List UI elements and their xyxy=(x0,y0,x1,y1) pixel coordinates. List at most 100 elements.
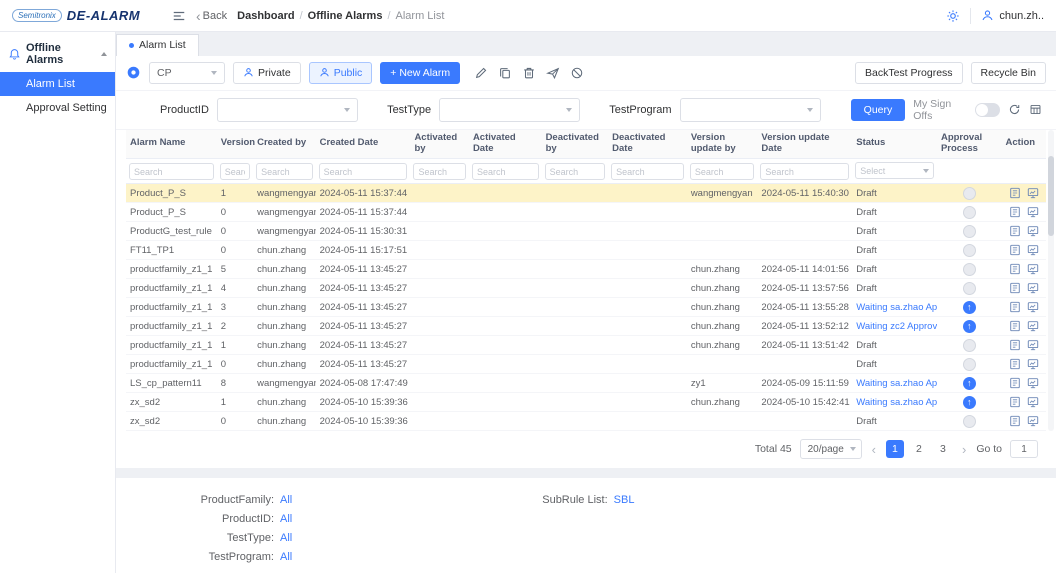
table-row[interactable]: productfamily_z1_14chun.zhang2024-05-11 … xyxy=(126,279,1046,298)
action-detail-icon[interactable] xyxy=(1009,263,1021,275)
table-row[interactable]: productfamily_z1_10chun.zhang2024-05-11 … xyxy=(126,355,1046,374)
breadcrumb-dashboard[interactable]: Dashboard xyxy=(237,10,294,22)
column-header[interactable]: Action xyxy=(1002,130,1046,158)
action-chart-icon[interactable] xyxy=(1027,301,1039,313)
action-detail-icon[interactable] xyxy=(1009,206,1021,218)
action-detail-icon[interactable] xyxy=(1009,301,1021,313)
column-header[interactable]: Approval Process xyxy=(937,130,1002,158)
column-search-input[interactable] xyxy=(129,163,214,180)
table-row[interactable]: productfamily_z1_11chun.zhang2024-05-11 … xyxy=(126,336,1046,355)
my-sign-offs-toggle[interactable] xyxy=(975,103,1000,117)
approval-process-icon[interactable] xyxy=(963,358,976,371)
page-number-2[interactable]: 2 xyxy=(910,440,928,458)
cell-alarm-name[interactable]: zx_sd2 xyxy=(126,412,217,431)
detail-field-value-link[interactable]: All xyxy=(280,551,292,563)
column-search-input[interactable] xyxy=(545,163,606,180)
page-number-3[interactable]: 3 xyxy=(934,440,952,458)
detail-field-value-link[interactable]: All xyxy=(280,494,292,506)
cell-status[interactable]: Waiting zc2 Approve xyxy=(852,317,937,336)
action-detail-icon[interactable] xyxy=(1009,320,1021,332)
action-chart-icon[interactable] xyxy=(1027,339,1039,351)
detail-field-value-link[interactable]: All xyxy=(280,513,292,525)
user-menu[interactable]: chun.zh.. xyxy=(981,9,1044,22)
table-row[interactable]: zx_sd20chun.zhang2024-05-10 15:39:36Draf… xyxy=(126,412,1046,431)
action-chart-icon[interactable] xyxy=(1027,377,1039,389)
table-row[interactable]: productfamily_z1_15chun.zhang2024-05-11 … xyxy=(126,260,1046,279)
productid-select[interactable] xyxy=(217,98,358,122)
cell-alarm-name[interactable]: productfamily_z1_1 xyxy=(126,260,217,279)
column-header[interactable]: Activated Date xyxy=(469,130,542,158)
cell-status[interactable]: Waiting sa.zhao Appro... xyxy=(852,393,937,412)
query-button[interactable]: Query xyxy=(851,99,906,121)
column-search-input[interactable] xyxy=(220,163,250,180)
table-row[interactable]: productfamily_z1_13chun.zhang2024-05-11 … xyxy=(126,298,1046,317)
cell-alarm-name[interactable]: productfamily_z1_1 xyxy=(126,279,217,298)
backtest-progress-button[interactable]: BackTest Progress xyxy=(855,62,963,84)
action-detail-icon[interactable] xyxy=(1009,244,1021,256)
column-search-input[interactable] xyxy=(319,163,408,180)
action-detail-icon[interactable] xyxy=(1009,339,1021,351)
sidebar-item-alarm-list[interactable]: Alarm List xyxy=(0,72,115,96)
action-chart-icon[interactable] xyxy=(1027,263,1039,275)
cell-alarm-name[interactable]: ProductG_test_rule xyxy=(126,222,217,241)
sidebar-section-offline-alarms[interactable]: Offline Alarms xyxy=(0,36,115,72)
column-header[interactable]: Deactivated Date xyxy=(608,130,687,158)
status-filter-select[interactable]: Select xyxy=(855,162,934,179)
settings-gear-icon[interactable] xyxy=(946,9,960,23)
cell-alarm-name[interactable]: productfamily_z1_1 xyxy=(126,317,217,336)
column-header[interactable]: Created by xyxy=(253,130,316,158)
scrollbar-thumb[interactable] xyxy=(1048,156,1054,236)
action-chart-icon[interactable] xyxy=(1027,396,1039,408)
subrule-value-link[interactable]: SBL xyxy=(614,494,635,563)
column-header[interactable]: Created Date xyxy=(316,130,411,158)
column-search-input[interactable] xyxy=(472,163,539,180)
approval-process-icon[interactable] xyxy=(963,187,976,200)
column-settings-grid-icon[interactable] xyxy=(1029,103,1042,116)
tab-alarm-list[interactable]: Alarm List xyxy=(116,34,199,56)
approval-process-icon[interactable]: ↑ xyxy=(963,301,976,314)
approval-process-icon[interactable] xyxy=(963,339,976,352)
public-button[interactable]: Public xyxy=(309,62,373,84)
cell-alarm-name[interactable]: productfamily_z1_1 xyxy=(126,336,217,355)
table-row[interactable]: zx_sd21chun.zhang2024-05-10 15:39:36chun… xyxy=(126,393,1046,412)
prev-page-button[interactable]: ‹ xyxy=(870,442,878,457)
approval-process-icon[interactable] xyxy=(963,244,976,257)
action-chart-icon[interactable] xyxy=(1027,282,1039,294)
approval-process-icon[interactable] xyxy=(963,282,976,295)
action-chart-icon[interactable] xyxy=(1027,206,1039,218)
cell-alarm-name[interactable]: FT11_TP1 xyxy=(126,241,217,260)
back-link[interactable]: ‹ Back xyxy=(196,10,227,22)
table-row[interactable]: LS_cp_pattern118wangmengyan2024-05-08 17… xyxy=(126,374,1046,393)
action-chart-icon[interactable] xyxy=(1027,415,1039,427)
table-row[interactable]: Product_P_S1wangmengyan2024-05-11 15:37:… xyxy=(126,184,1046,203)
sidebar-collapse-icon[interactable] xyxy=(172,9,186,23)
action-chart-icon[interactable] xyxy=(1027,320,1039,332)
action-detail-icon[interactable] xyxy=(1009,358,1021,370)
recycle-bin-button[interactable]: Recycle Bin xyxy=(971,62,1046,84)
edit-pencil-icon[interactable] xyxy=(474,66,488,80)
column-search-input[interactable] xyxy=(256,163,313,180)
column-header[interactable]: Version xyxy=(217,130,253,158)
action-chart-icon[interactable] xyxy=(1027,244,1039,256)
approval-process-icon[interactable] xyxy=(963,225,976,238)
approval-process-icon[interactable]: ↑ xyxy=(963,377,976,390)
column-search-input[interactable] xyxy=(611,163,684,180)
action-chart-icon[interactable] xyxy=(1027,225,1039,237)
sidebar-item-approval-setting[interactable]: Approval Setting xyxy=(0,96,115,120)
per-page-select[interactable]: 20/page xyxy=(800,439,862,459)
cell-status[interactable]: Waiting sa.zhao Appro... xyxy=(852,298,937,317)
table-row[interactable]: FT11_TP10chun.zhang2024-05-11 15:17:51Dr… xyxy=(126,241,1046,260)
cell-alarm-name[interactable]: productfamily_z1_1 xyxy=(126,298,217,317)
action-detail-icon[interactable] xyxy=(1009,187,1021,199)
copy-icon[interactable] xyxy=(498,66,512,80)
column-header[interactable]: Version update by xyxy=(687,130,758,158)
approval-process-icon[interactable] xyxy=(963,263,976,276)
cell-alarm-name[interactable]: zx_sd2 xyxy=(126,393,217,412)
refresh-icon[interactable] xyxy=(1008,103,1021,116)
mode-select[interactable]: CP xyxy=(149,62,225,84)
approval-process-icon[interactable] xyxy=(963,206,976,219)
approval-process-icon[interactable] xyxy=(963,415,976,428)
action-detail-icon[interactable] xyxy=(1009,377,1021,389)
column-search-input[interactable] xyxy=(413,163,466,180)
table-row[interactable]: ProductG_test_rule0wangmengyan2024-05-11… xyxy=(126,222,1046,241)
